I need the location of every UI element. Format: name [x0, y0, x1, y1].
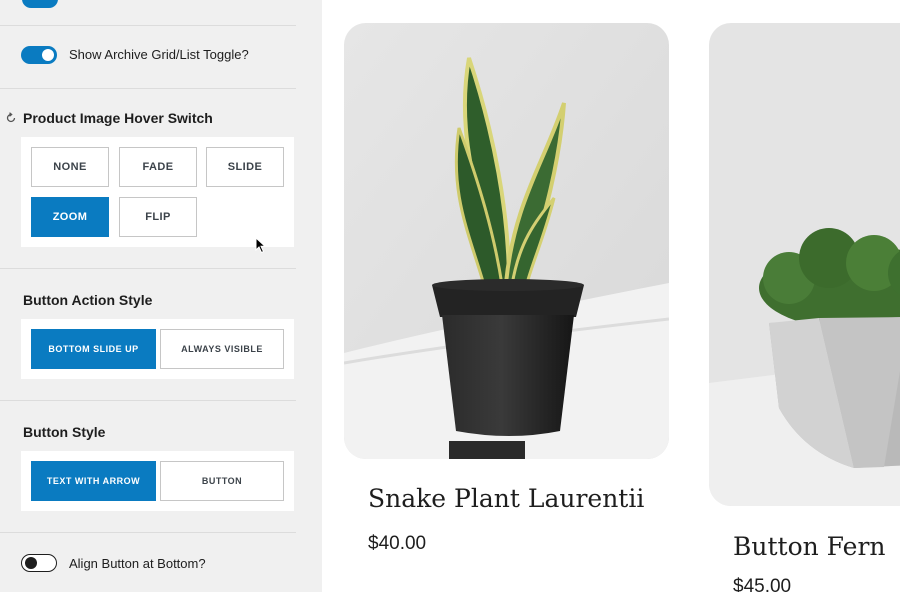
divider — [0, 400, 296, 401]
hover-option-none[interactable]: NONE — [31, 147, 109, 187]
product-price-button-fern: $45.00 — [733, 576, 792, 592]
product-title-button-fern[interactable]: Button Fern — [733, 532, 886, 561]
divider — [0, 268, 296, 269]
action-option-bottom-slide-up[interactable]: BOTTOM SLIDE UP — [31, 329, 156, 369]
button-style-panel: TEXT WITH ARROW BUTTON — [21, 451, 294, 511]
align-bottom-label: Align Button at Bottom? — [69, 556, 206, 571]
archive-toggle-label: Show Archive Grid/List Toggle? — [69, 47, 249, 62]
product-price-snake-plant: $40.00 — [368, 533, 427, 554]
snake-plant-illustration — [344, 23, 669, 459]
align-bottom-toggle-switch[interactable] — [21, 554, 57, 572]
button-action-style-title: Button Action Style — [23, 292, 153, 308]
mouse-cursor-icon — [255, 237, 266, 254]
hidden-toggle-top[interactable] — [22, 0, 58, 8]
style-option-button[interactable]: BUTTON — [160, 461, 284, 501]
toggle-knob — [42, 49, 54, 61]
product-image-button-fern[interactable] — [709, 23, 900, 506]
hover-option-flip[interactable]: FLIP — [119, 197, 197, 237]
reset-icon[interactable] — [5, 112, 17, 124]
action-option-always-visible[interactable]: ALWAYS VISIBLE — [160, 329, 284, 369]
settings-sidebar: Show Archive Grid/List Toggle? Product I… — [0, 0, 322, 592]
divider — [0, 532, 296, 533]
product-title-snake-plant[interactable]: Snake Plant Laurentii — [368, 484, 644, 513]
archive-toggle-switch[interactable] — [21, 46, 57, 64]
hover-switch-title: Product Image Hover Switch — [23, 110, 213, 126]
hover-option-fade[interactable]: FADE — [119, 147, 197, 187]
button-action-style-panel: BOTTOM SLIDE UP ALWAYS VISIBLE — [21, 319, 294, 379]
toggle-knob — [25, 557, 37, 569]
product-image-snake-plant[interactable] — [344, 23, 669, 459]
hover-switch-panel: NONE FADE SLIDE ZOOM FLIP — [21, 137, 294, 254]
product-preview: Snake Plant Laurentii $40.00 Button Fern… — [322, 0, 900, 592]
button-style-title: Button Style — [23, 424, 106, 440]
divider — [0, 88, 296, 89]
button-fern-illustration — [709, 23, 900, 506]
hover-option-slide[interactable]: SLIDE — [206, 147, 284, 187]
hover-option-zoom[interactable]: ZOOM — [31, 197, 109, 237]
divider — [0, 25, 296, 26]
style-option-text-with-arrow[interactable]: TEXT WITH ARROW — [31, 461, 156, 501]
